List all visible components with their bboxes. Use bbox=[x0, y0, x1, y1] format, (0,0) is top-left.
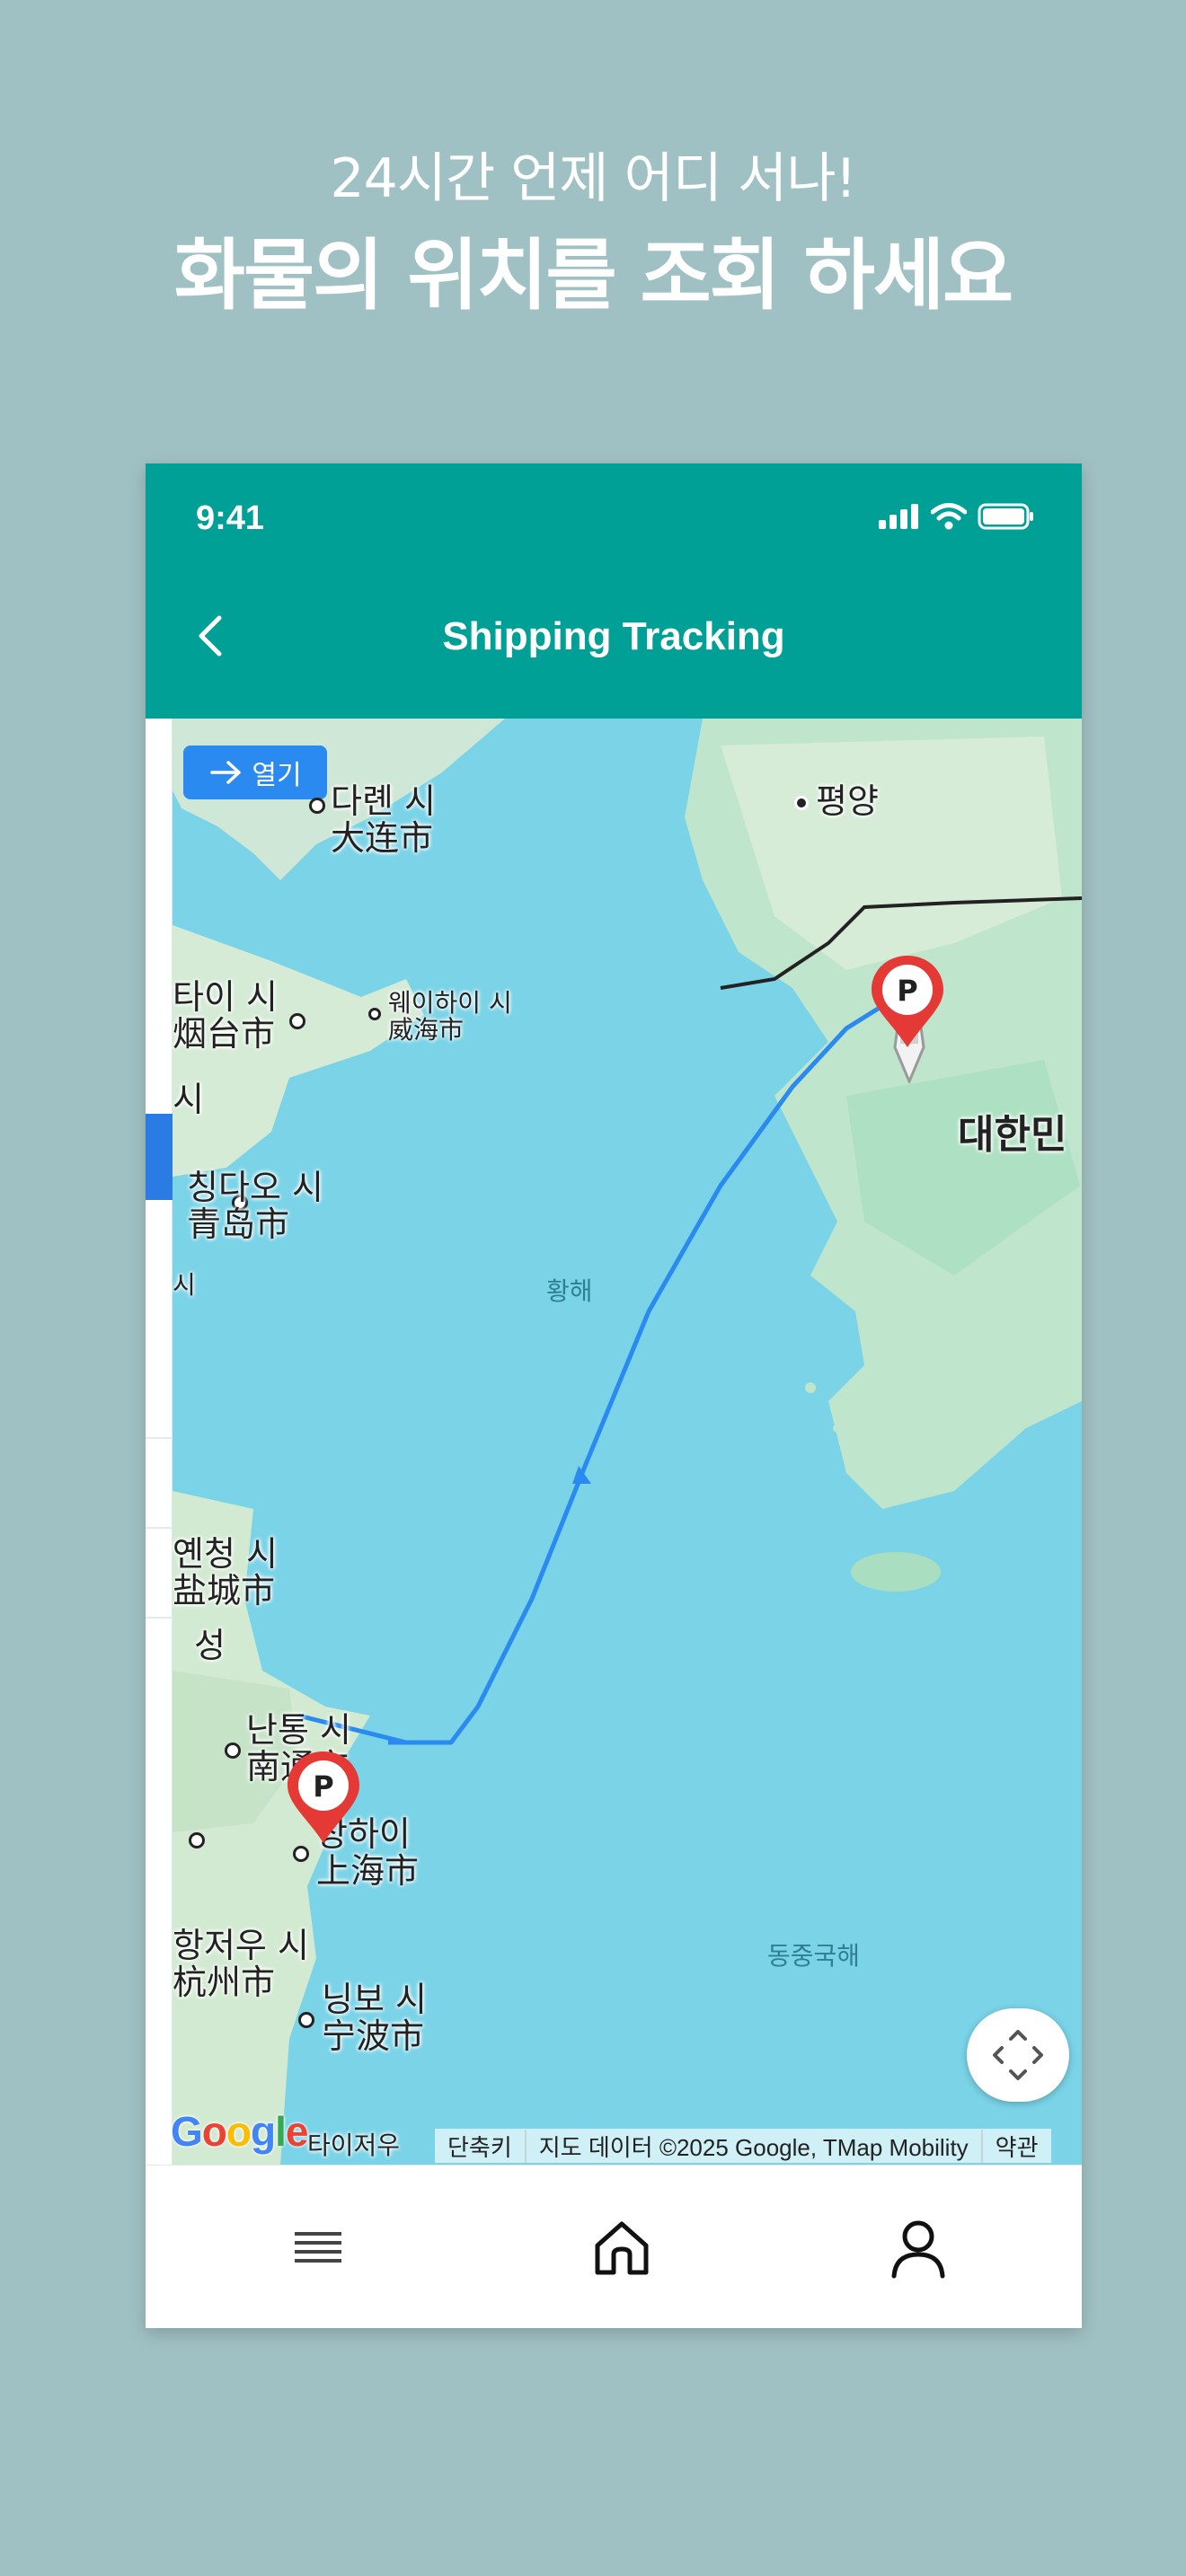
map-label-hangzhou-zh: 杭州市 bbox=[173, 1963, 276, 2003]
map-label-yantai-ko: 타이 시 bbox=[173, 977, 278, 1017]
map-label-yancheng-ko: 옌청 시 bbox=[173, 1534, 278, 1574]
menu-icon bbox=[295, 2232, 341, 2263]
keyboard-shortcuts-link[interactable]: 단축키 bbox=[435, 2130, 525, 2163]
status-time: 9:41 bbox=[196, 499, 265, 537]
location-pin-icon: P bbox=[872, 956, 943, 1047]
city-dot bbox=[309, 798, 325, 814]
map-label-hangzhou-ko: 항저우 시 bbox=[173, 1926, 309, 1965]
map-label-ningbo: 닝보 시 宁波市 bbox=[322, 1981, 427, 2055]
promo-title: 화물의 위치를 조회 하세요 bbox=[173, 231, 1013, 321]
side-panel-indicator bbox=[146, 1114, 173, 1200]
google-logo: Google bbox=[171, 2108, 308, 2155]
location-pin-icon: P bbox=[288, 1751, 359, 1843]
sea-label-east-china-sea: 동중국해 bbox=[767, 1941, 861, 1971]
city-dot bbox=[289, 1013, 305, 1029]
open-button-label: 열기 bbox=[252, 760, 302, 791]
map-label-taizhou: 타이저우 bbox=[307, 2130, 401, 2160]
map-label-pyongyang: 평양 bbox=[816, 781, 879, 821]
map-label-si: 시 bbox=[173, 1270, 196, 1300]
map-label-yantai-zh: 烟台市 bbox=[173, 1014, 276, 1054]
city-dot bbox=[298, 2012, 314, 2028]
nav-home-button[interactable] bbox=[584, 2210, 659, 2286]
promo-subtitle: 24시간 언제 어디 서나! bbox=[330, 147, 856, 210]
map-attribution: 단축키 지도 데이터 ©2025 Google, TMap Mobility 약… bbox=[435, 2129, 1051, 2163]
map-label-weihai: 웨이하이 시 威海市 bbox=[388, 988, 512, 1045]
wifi-icon bbox=[931, 503, 967, 530]
destination-port-marker[interactable]: P bbox=[864, 952, 951, 1096]
app-header: 9:41 Shipping Tracking bbox=[146, 463, 1082, 719]
map-label-nantong-ko: 난통 시 bbox=[246, 1710, 351, 1750]
status-icons bbox=[879, 503, 1035, 530]
divider bbox=[146, 1617, 173, 1619]
map-label-weihai-zh: 威海市 bbox=[388, 1015, 465, 1045]
map-label-dalian-ko: 다롄 시 bbox=[331, 781, 436, 821]
signal-icon bbox=[879, 504, 918, 529]
map-label-yantai: 타이 시 烟台市 bbox=[173, 977, 278, 1054]
city-dot bbox=[225, 1742, 241, 1759]
recenter-button[interactable] bbox=[967, 2008, 1069, 2102]
recenter-icon bbox=[993, 2030, 1043, 2080]
destination-marker-letter: P bbox=[897, 974, 917, 1008]
open-panel-button[interactable]: 열기 bbox=[183, 745, 327, 799]
origin-port-marker[interactable]: P bbox=[280, 1748, 367, 1856]
map-label-qingdao-ko: 칭다오 시 bbox=[187, 1168, 323, 1207]
map-label-weihai-ko: 웨이하이 시 bbox=[388, 988, 512, 1018]
map-label-yancheng: 옌청 시 盐城市 bbox=[173, 1534, 278, 1611]
phone-screen: 9:41 Shipping Tracking 열기 다롄 시 大连市 평양 타이… bbox=[146, 463, 1082, 2328]
map-label-korea: 대한민 bbox=[958, 1112, 1067, 1158]
side-panel bbox=[146, 719, 173, 2165]
nav-profile-button[interactable] bbox=[881, 2210, 956, 2286]
divider bbox=[146, 1437, 173, 1439]
origin-marker-letter: P bbox=[313, 1769, 333, 1804]
map-view[interactable]: 열기 다롄 시 大连市 평양 타이 시 烟台市 웨이하이 시 威海市 시 칭다오… bbox=[146, 719, 1082, 2165]
sea-label-yellow-sea: 황해 bbox=[546, 1276, 593, 1306]
map-label-shanghai-zh: 上海市 bbox=[316, 1851, 420, 1892]
map-label-hangzhou: 항저우 시 杭州市 bbox=[173, 1926, 309, 2003]
map-label-qingdao: 칭다오 시 青岛市 bbox=[187, 1169, 323, 1243]
user-icon bbox=[891, 2220, 945, 2279]
capital-dot bbox=[794, 796, 809, 810]
map-label-ningbo-zh: 宁波市 bbox=[322, 2016, 425, 2057]
page-title: Shipping Tracking bbox=[442, 614, 785, 658]
city-dot bbox=[189, 1832, 205, 1848]
city-dot bbox=[368, 1008, 381, 1020]
map-label-province: 성 bbox=[194, 1626, 226, 1665]
map-label-yancheng-zh: 盐城市 bbox=[173, 1571, 276, 1611]
bottom-navigation bbox=[146, 2165, 1082, 2328]
nav-menu-button[interactable] bbox=[280, 2210, 356, 2286]
map-label-si: 시 bbox=[173, 1080, 204, 1119]
arrow-right-icon bbox=[210, 761, 242, 784]
map-label-dalian-zh: 大连市 bbox=[331, 818, 434, 859]
home-icon bbox=[595, 2221, 649, 2275]
map-data-credit: 지도 데이터 ©2025 Google, TMap Mobility bbox=[524, 2129, 981, 2163]
map-label-qingdao-zh: 青岛市 bbox=[187, 1204, 290, 1245]
terms-link[interactable]: 약관 bbox=[980, 2129, 1051, 2163]
divider bbox=[146, 1527, 173, 1529]
map-label-dalian: 다롄 시 大连市 bbox=[331, 781, 436, 859]
map-label-ningbo-ko: 닝보 시 bbox=[322, 1980, 427, 2019]
battery-icon bbox=[978, 503, 1033, 530]
